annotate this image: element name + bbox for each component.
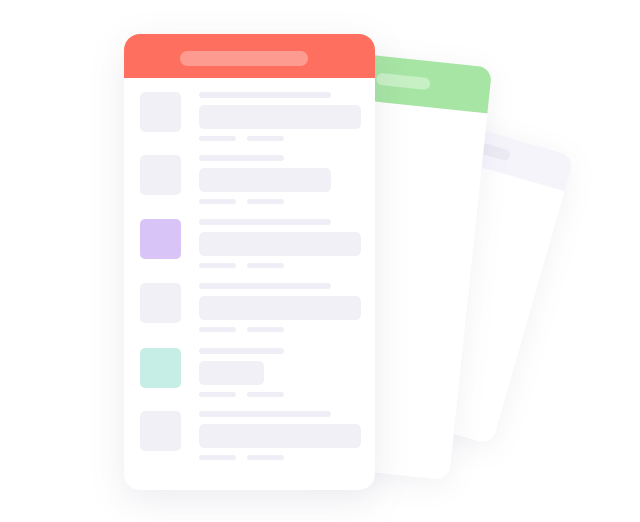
list-item-meta-placeholder [199, 136, 236, 141]
list-item-title-placeholder [199, 219, 331, 225]
list-item-thumbnail [140, 219, 181, 259]
list-item-meta-placeholder [199, 199, 236, 204]
front-card [124, 34, 375, 490]
list-item [140, 411, 362, 463]
list-item-meta-placeholder [247, 392, 284, 397]
list-item-meta-placeholder [247, 455, 284, 460]
list-item-body-placeholder [199, 105, 361, 129]
list-item-title-placeholder [199, 348, 284, 354]
list-item-body-placeholder [199, 296, 361, 320]
illustration-stage [0, 0, 640, 522]
list-item-body-placeholder [199, 361, 264, 385]
list-item [140, 92, 362, 144]
list-item-meta-placeholder [199, 327, 236, 332]
list-item-meta-placeholder [199, 455, 236, 460]
list-item-body-placeholder [199, 168, 331, 192]
list-item [140, 283, 362, 335]
list-item-meta-placeholder [199, 263, 236, 268]
list-item-thumbnail [140, 411, 181, 451]
front-card-title-placeholder [180, 51, 308, 66]
list-item-title-placeholder [199, 283, 331, 289]
list-item-meta-placeholder [247, 263, 284, 268]
list-item-thumbnail [140, 92, 181, 132]
list-item-title-placeholder [199, 92, 331, 98]
list-item-body-placeholder [199, 232, 361, 256]
list-item-meta-placeholder [247, 199, 284, 204]
list-item-meta-placeholder [247, 136, 284, 141]
list-item-meta-placeholder [199, 392, 236, 397]
list-item [140, 155, 362, 207]
list-item-thumbnail [140, 283, 181, 323]
list-item [140, 348, 362, 400]
list-item-thumbnail [140, 348, 181, 388]
front-card-header [124, 34, 375, 78]
list-item-body-placeholder [199, 424, 361, 448]
list-item-title-placeholder [199, 411, 331, 417]
list-item-meta-placeholder [247, 327, 284, 332]
list-item-thumbnail [140, 155, 181, 195]
list-item-title-placeholder [199, 155, 284, 161]
list-item [140, 219, 362, 271]
